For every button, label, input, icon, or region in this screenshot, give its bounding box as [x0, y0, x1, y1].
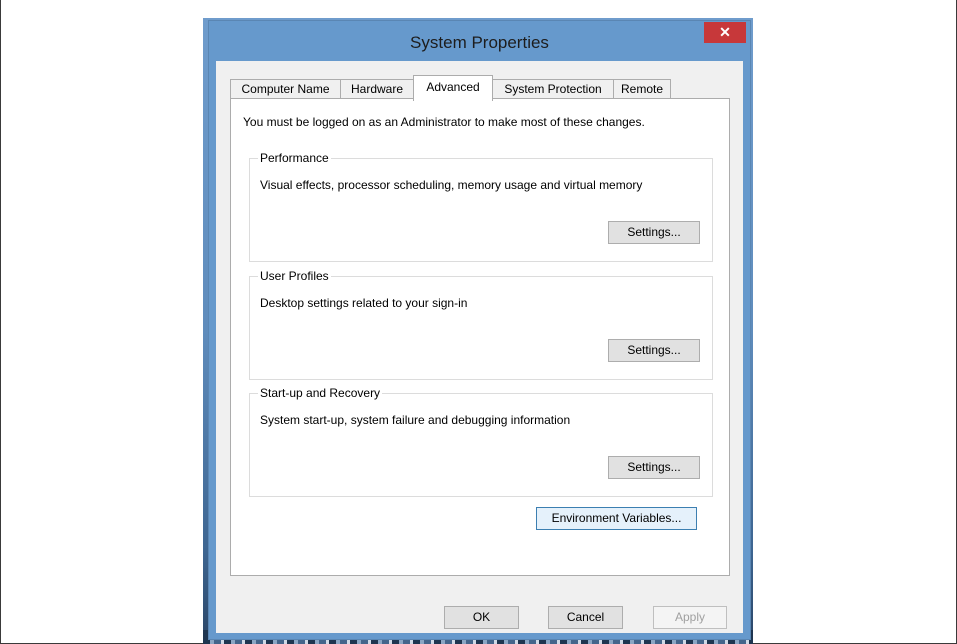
close-button[interactable]: ✕: [704, 22, 746, 43]
cancel-button[interactable]: Cancel: [548, 606, 623, 629]
performance-settings-button[interactable]: Settings...: [608, 221, 700, 244]
performance-title: Performance: [258, 151, 331, 165]
performance-description: Visual effects, processor scheduling, me…: [260, 178, 643, 192]
tab-computer-name[interactable]: Computer Name: [230, 79, 341, 100]
user-profiles-group: User Profiles Desktop settings related t…: [249, 269, 713, 380]
screenshot-border-left: [0, 0, 1, 644]
tab-hardware[interactable]: Hardware: [340, 79, 414, 100]
startup-recovery-title: Start-up and Recovery: [258, 386, 383, 400]
tab-remote[interactable]: Remote: [613, 79, 671, 100]
tab-advanced[interactable]: Advanced: [413, 75, 493, 101]
user-profiles-title: User Profiles: [258, 269, 331, 283]
admin-notice: You must be logged on as an Administrato…: [243, 115, 645, 129]
startup-recovery-settings-button[interactable]: Settings...: [608, 456, 700, 479]
title-bar[interactable]: System Properties ✕: [209, 21, 750, 61]
environment-variables-button[interactable]: Environment Variables...: [536, 507, 697, 530]
user-profiles-description: Desktop settings related to your sign-in: [260, 296, 468, 310]
dialog-client-area: Computer Name Hardware Advanced System P…: [216, 61, 743, 633]
user-profiles-settings-button[interactable]: Settings...: [608, 339, 700, 362]
performance-group: Performance Visual effects, processor sc…: [249, 151, 713, 262]
apply-button[interactable]: Apply: [653, 606, 727, 629]
ok-button[interactable]: OK: [444, 606, 519, 629]
startup-recovery-description: System start-up, system failure and debu…: [260, 413, 571, 427]
advanced-tab-panel: You must be logged on as an Administrato…: [230, 98, 730, 576]
startup-recovery-group: Start-up and Recovery System start-up, s…: [249, 386, 713, 497]
window-title: System Properties: [410, 33, 549, 52]
close-icon: ✕: [719, 24, 731, 40]
system-properties-window: System Properties ✕ Computer Name Hardwa…: [208, 20, 751, 640]
tab-system-protection[interactable]: System Protection: [492, 79, 614, 100]
